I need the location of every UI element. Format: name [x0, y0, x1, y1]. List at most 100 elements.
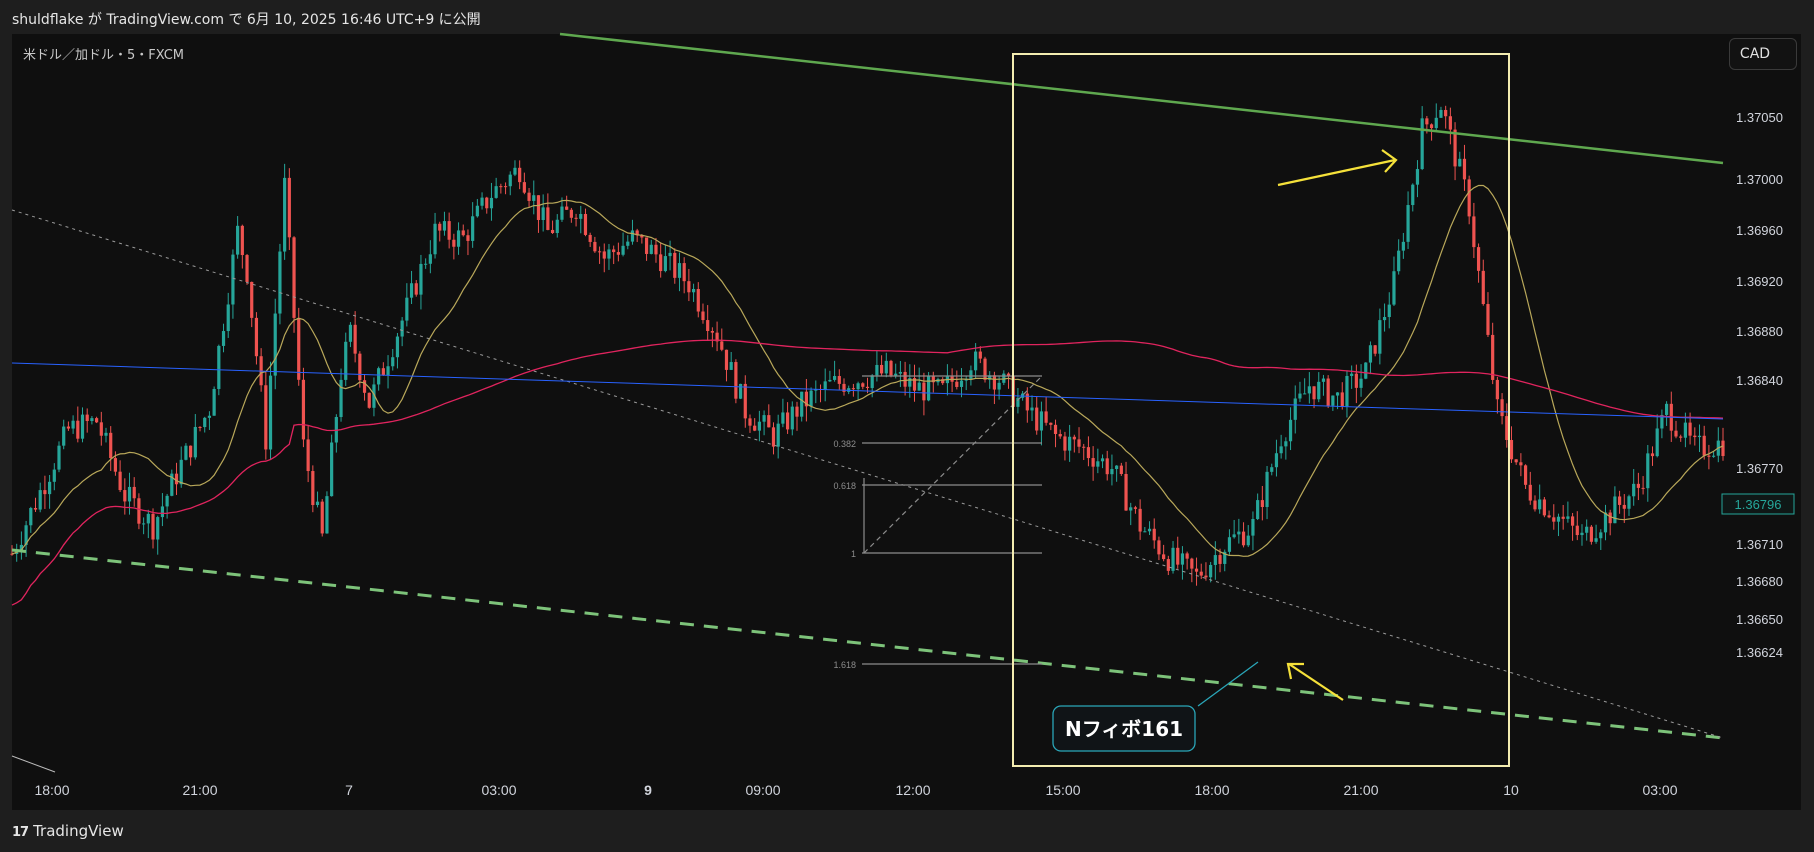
candle-body — [485, 197, 489, 209]
candle-body — [198, 426, 202, 428]
candle-body — [593, 241, 597, 252]
candle-body — [494, 186, 498, 198]
candle-body — [800, 391, 804, 417]
y-tick-label: 1.36770 — [1736, 461, 1783, 476]
candle-body — [1514, 459, 1518, 463]
candle-body — [781, 412, 785, 424]
candle-body — [1185, 553, 1189, 559]
candle-body — [268, 375, 273, 450]
x-tick-label: 12:00 — [895, 782, 930, 798]
candle-body — [1180, 553, 1185, 565]
fib-level-label: 0.618 — [833, 481, 856, 491]
candle-body — [400, 320, 404, 337]
candle-body — [1133, 507, 1138, 509]
candle-body — [71, 420, 75, 429]
candle-body — [1397, 250, 1401, 272]
candle-body — [1542, 499, 1546, 516]
candle-body — [1622, 504, 1626, 509]
candle-body — [1387, 304, 1391, 318]
candle-body — [1641, 487, 1645, 489]
candle-body — [1378, 320, 1382, 354]
candle-body — [1679, 436, 1683, 438]
candle-body — [771, 427, 776, 447]
candle-body — [1288, 419, 1293, 442]
candle-body — [245, 255, 249, 282]
candle-body — [1373, 345, 1377, 354]
symbol-label[interactable]: 米ドル／加ドル・5・FXCM — [23, 44, 184, 63]
candle-body — [62, 426, 66, 446]
candle-body — [1476, 247, 1481, 271]
candle-body — [955, 381, 959, 387]
candle-body — [1556, 516, 1561, 522]
candle-body — [1162, 554, 1166, 560]
candle-body — [1270, 467, 1274, 472]
candle-body — [1603, 512, 1608, 533]
candle-body — [1147, 528, 1152, 532]
y-tick-label: 1.36920 — [1736, 274, 1783, 289]
candle-body — [1617, 496, 1622, 505]
tradingview-brand: TradingView — [33, 822, 124, 840]
candle-body — [738, 383, 743, 399]
fib-level-label: 0.382 — [833, 439, 856, 449]
candle-body — [419, 263, 423, 295]
candle-body — [1110, 469, 1114, 475]
annotation-text: Nフィボ161 — [1065, 717, 1183, 741]
candle-body — [1350, 373, 1354, 376]
candle-body — [1566, 516, 1570, 519]
candle-body — [367, 392, 371, 408]
candle-body — [174, 473, 179, 485]
candle-body — [527, 192, 531, 201]
candle-body — [221, 331, 226, 346]
candle-body — [513, 167, 517, 175]
candle-body — [1519, 462, 1523, 466]
y-tick-label: 1.36650 — [1736, 612, 1783, 627]
candle-body — [231, 254, 235, 305]
candle-body — [1401, 241, 1405, 251]
candle-body — [1505, 416, 1509, 441]
candle-body — [1594, 538, 1598, 542]
candle-body — [1364, 362, 1368, 379]
candle-body — [1632, 483, 1636, 497]
candlestick-chart[interactable]: 1.37050 1.37000 1.36960 1.36920 1.36880 1.368… — [0, 0, 1814, 852]
candle-body — [992, 375, 997, 390]
candle-body — [856, 383, 860, 390]
candle-body — [616, 252, 620, 255]
candle-body — [1354, 373, 1358, 388]
candle-body — [1284, 441, 1288, 447]
candle-body — [884, 360, 888, 374]
candle-body — [127, 486, 132, 502]
candle-body — [974, 351, 978, 371]
candle-body — [560, 206, 564, 220]
candle-body — [151, 513, 155, 540]
candle-body — [1232, 534, 1236, 538]
currency-button[interactable]: CAD — [1729, 38, 1797, 70]
candle-body — [283, 177, 287, 252]
x-tick-label: 21:00 — [182, 782, 217, 798]
candle-body — [644, 237, 649, 254]
candle-body — [1049, 422, 1053, 425]
candle-body — [1655, 428, 1659, 457]
tradingview-logo[interactable]: 17 TradingView — [12, 822, 124, 840]
candle-body — [1091, 458, 1095, 467]
candle-body — [480, 197, 484, 206]
candle-body — [1547, 515, 1551, 518]
candle-body — [1312, 386, 1316, 400]
candle-body — [48, 481, 52, 495]
candle-body — [1053, 424, 1058, 435]
annotation-pointer — [1197, 661, 1259, 707]
candle-body — [1528, 484, 1532, 501]
candle-body — [1213, 555, 1217, 565]
candle-body — [1702, 435, 1706, 456]
y-tick-label: 1.37000 — [1736, 172, 1783, 187]
candle-body — [1293, 398, 1297, 420]
candle-body — [377, 368, 381, 385]
candle-body — [348, 324, 353, 342]
candle-body — [240, 225, 244, 256]
candle-body — [76, 420, 80, 439]
candle-body — [250, 281, 254, 318]
fib-level-label: 1 — [851, 549, 856, 559]
candle-body — [1439, 109, 1443, 118]
candle-body — [959, 380, 964, 387]
candle-body — [409, 283, 414, 298]
candle-body — [1251, 518, 1255, 536]
